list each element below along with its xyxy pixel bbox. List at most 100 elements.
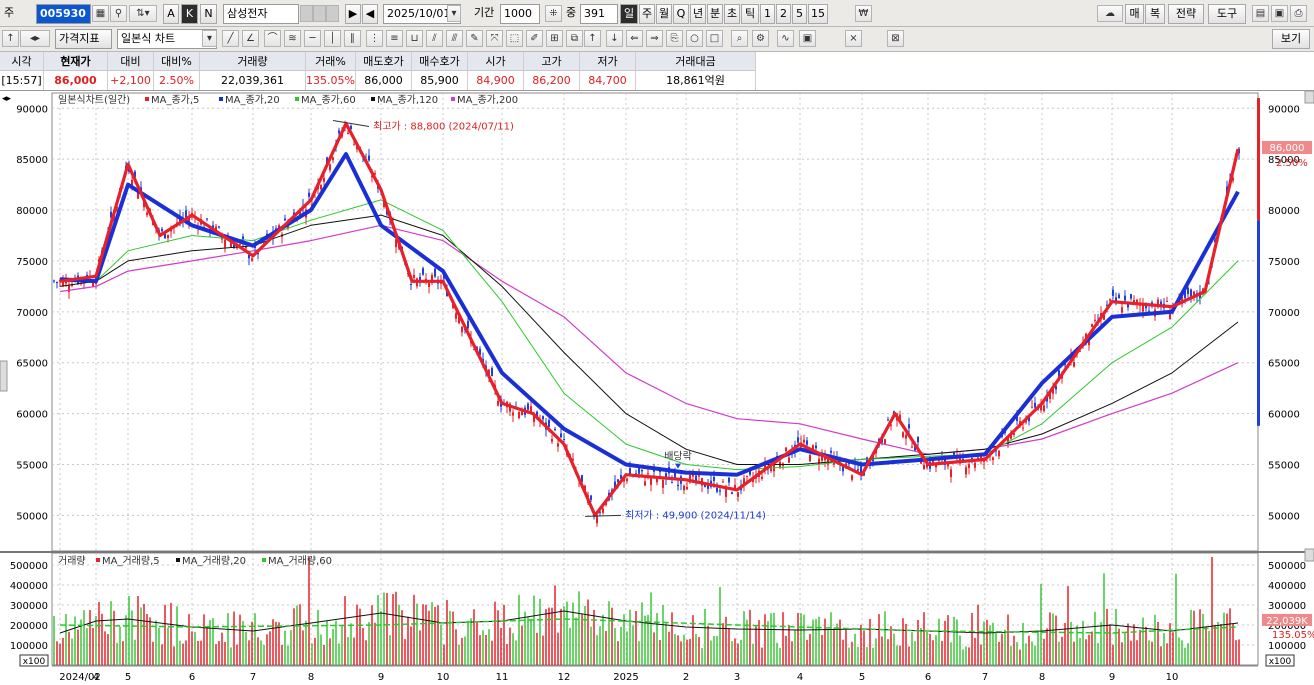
arrow-up-icon[interactable]: ↑ bbox=[584, 30, 601, 47]
sort-icon[interactable]: ⇅▾ bbox=[129, 5, 157, 22]
stock-list-icon[interactable]: ▦ bbox=[92, 5, 109, 22]
search-icon[interactable]: ⚲ bbox=[110, 5, 127, 22]
up-arrow-icon[interactable]: ↑ bbox=[2, 30, 19, 47]
volume-bar bbox=[257, 637, 259, 665]
count-input[interactable]: 391 bbox=[580, 4, 618, 24]
arrow-right-icon[interactable]: ⇒ bbox=[646, 30, 663, 47]
stock-name-field[interactable]: 삼성전자 bbox=[223, 4, 299, 24]
indicator-select[interactable]: 가격지표 bbox=[55, 29, 112, 49]
volume-bar bbox=[590, 626, 592, 665]
chart-nav-icon[interactable]: ◂▸ bbox=[2, 94, 12, 104]
vertical-line-icon[interactable]: │ bbox=[324, 30, 341, 47]
rectangle-select-icon[interactable]: ⬚ bbox=[506, 30, 523, 47]
parallel-line-icon[interactable]: ∥ bbox=[344, 30, 361, 47]
table-icon[interactable]: ⊞ bbox=[546, 30, 563, 47]
fibonacci-icon[interactable]: ≡ bbox=[386, 30, 403, 47]
square-icon[interactable]: □ bbox=[706, 30, 723, 47]
eraser-icon[interactable]: ✐ bbox=[526, 30, 543, 47]
arrow-left-icon[interactable]: ⇐ bbox=[626, 30, 643, 47]
left-panel-handle[interactable] bbox=[0, 360, 8, 392]
crosshair-icon[interactable]: ⤧ bbox=[486, 30, 503, 47]
chart-type-dropdown-icon[interactable]: ▾ bbox=[202, 30, 217, 47]
channel-icon[interactable]: ⊔ bbox=[406, 30, 423, 47]
shin-icon[interactable] bbox=[300, 5, 313, 22]
right-scroll-up[interactable] bbox=[1304, 91, 1314, 104]
btn-a[interactable]: A bbox=[163, 4, 179, 24]
arc-icon[interactable]: ⌒ bbox=[264, 30, 281, 47]
right-button[interactable]: 도구 bbox=[1208, 4, 1246, 24]
volume-bar bbox=[971, 612, 973, 665]
pencil-icon[interactable]: ✎ bbox=[466, 30, 483, 47]
volume-bar bbox=[1127, 623, 1129, 665]
wave-icon[interactable]: ∿ bbox=[777, 30, 794, 47]
period-input[interactable]: 1000 bbox=[500, 4, 540, 24]
volume-bar bbox=[314, 637, 316, 665]
date-dropdown-icon[interactable]: ▾ bbox=[447, 5, 461, 22]
period-button[interactable]: 일 bbox=[620, 4, 638, 24]
open-icon[interactable]: ▤ bbox=[1252, 5, 1269, 22]
eraser-all-icon[interactable]: ⊠ bbox=[887, 30, 904, 47]
period-button[interactable]: 틱 bbox=[741, 4, 759, 24]
zoom-icon[interactable]: ⌕ bbox=[731, 30, 748, 47]
print-icon[interactable]: ⎙ bbox=[1290, 5, 1307, 22]
cycle-line-icon[interactable]: ⋮ bbox=[366, 30, 383, 47]
candle-body bbox=[461, 326, 463, 333]
period-button[interactable]: 2 bbox=[776, 4, 791, 24]
quote-header: 거래% bbox=[306, 52, 356, 71]
volume-bar bbox=[1097, 642, 1099, 665]
period-button[interactable]: 15 bbox=[808, 4, 828, 24]
paste-icon[interactable]: ⎘ bbox=[666, 30, 683, 47]
gann-grid-icon[interactable]: ⫻ bbox=[446, 30, 463, 47]
volume-bar bbox=[1100, 622, 1102, 665]
close-tool-icon[interactable]: ⨯ bbox=[845, 30, 862, 47]
period-button[interactable]: 분 bbox=[707, 4, 723, 24]
horizontal-line-icon[interactable]: ─ bbox=[304, 30, 321, 47]
save-icon[interactable]: ▣ bbox=[1271, 5, 1288, 22]
pan-icon[interactable]: ◂▸ bbox=[20, 30, 50, 47]
btn-n[interactable]: N bbox=[200, 4, 217, 24]
volume-bar bbox=[959, 635, 961, 665]
volume-bar bbox=[287, 645, 289, 665]
time-tick: 3 bbox=[734, 672, 740, 683]
circle-icon[interactable]: ○ bbox=[686, 30, 703, 47]
volume-bar bbox=[551, 607, 553, 665]
right-button[interactable]: 전략 bbox=[1168, 4, 1204, 24]
gann-fan-icon[interactable]: ⫽ bbox=[426, 30, 443, 47]
quote-value: 84,700 bbox=[580, 71, 636, 90]
settings-icon[interactable]: ⚙ bbox=[752, 30, 769, 47]
volume-bar bbox=[767, 621, 769, 665]
period-button[interactable]: 초 bbox=[724, 4, 740, 24]
range-icon[interactable]: ⁜ bbox=[545, 5, 562, 22]
next-button[interactable]: ▶ bbox=[345, 4, 361, 24]
period-button[interactable]: 5 bbox=[792, 4, 807, 24]
period-button[interactable]: 월 bbox=[656, 4, 672, 24]
right-scroll-down[interactable] bbox=[1304, 548, 1314, 562]
cloud-icon[interactable]: ☁ bbox=[1097, 5, 1123, 22]
export-icon[interactable]: ▣ bbox=[799, 30, 816, 47]
period-button[interactable]: 1 bbox=[760, 4, 775, 24]
won-icon[interactable]: ₩ bbox=[855, 5, 872, 22]
trend-line-icon[interactable]: ╱ bbox=[222, 30, 239, 47]
volume-bar bbox=[1106, 608, 1108, 665]
copy-icon[interactable]: ⧉ bbox=[566, 30, 583, 47]
volume-bar bbox=[1040, 583, 1042, 665]
candle-body bbox=[245, 246, 247, 249]
view-button[interactable]: 보기 bbox=[1272, 29, 1310, 49]
prev-button[interactable]: ◀ bbox=[362, 4, 378, 24]
period-button[interactable]: Q bbox=[673, 4, 689, 24]
period-button[interactable]: 주 bbox=[639, 4, 655, 24]
stock-code-input[interactable]: 005930 bbox=[36, 4, 91, 24]
angle-line-icon[interactable]: ∠ bbox=[242, 30, 259, 47]
volume-bar bbox=[665, 623, 667, 665]
right-button[interactable]: 매 bbox=[1125, 4, 1144, 24]
stock-chart[interactable]: 50000 5000055000 5500060000 6000065000 65000… bbox=[0, 91, 1314, 685]
period-button[interactable]: 년 bbox=[690, 4, 706, 24]
right-button[interactable]: 복 bbox=[1145, 4, 1165, 24]
margin-icon[interactable] bbox=[326, 5, 339, 22]
btn-k[interactable]: K bbox=[181, 4, 198, 24]
legend-swatch bbox=[96, 558, 100, 562]
time-tick: 4 bbox=[93, 672, 99, 683]
fan-icon[interactable]: ≋ bbox=[284, 30, 301, 47]
arrow-down-icon[interactable]: ↓ bbox=[606, 30, 623, 47]
credit-icon[interactable] bbox=[313, 5, 326, 22]
